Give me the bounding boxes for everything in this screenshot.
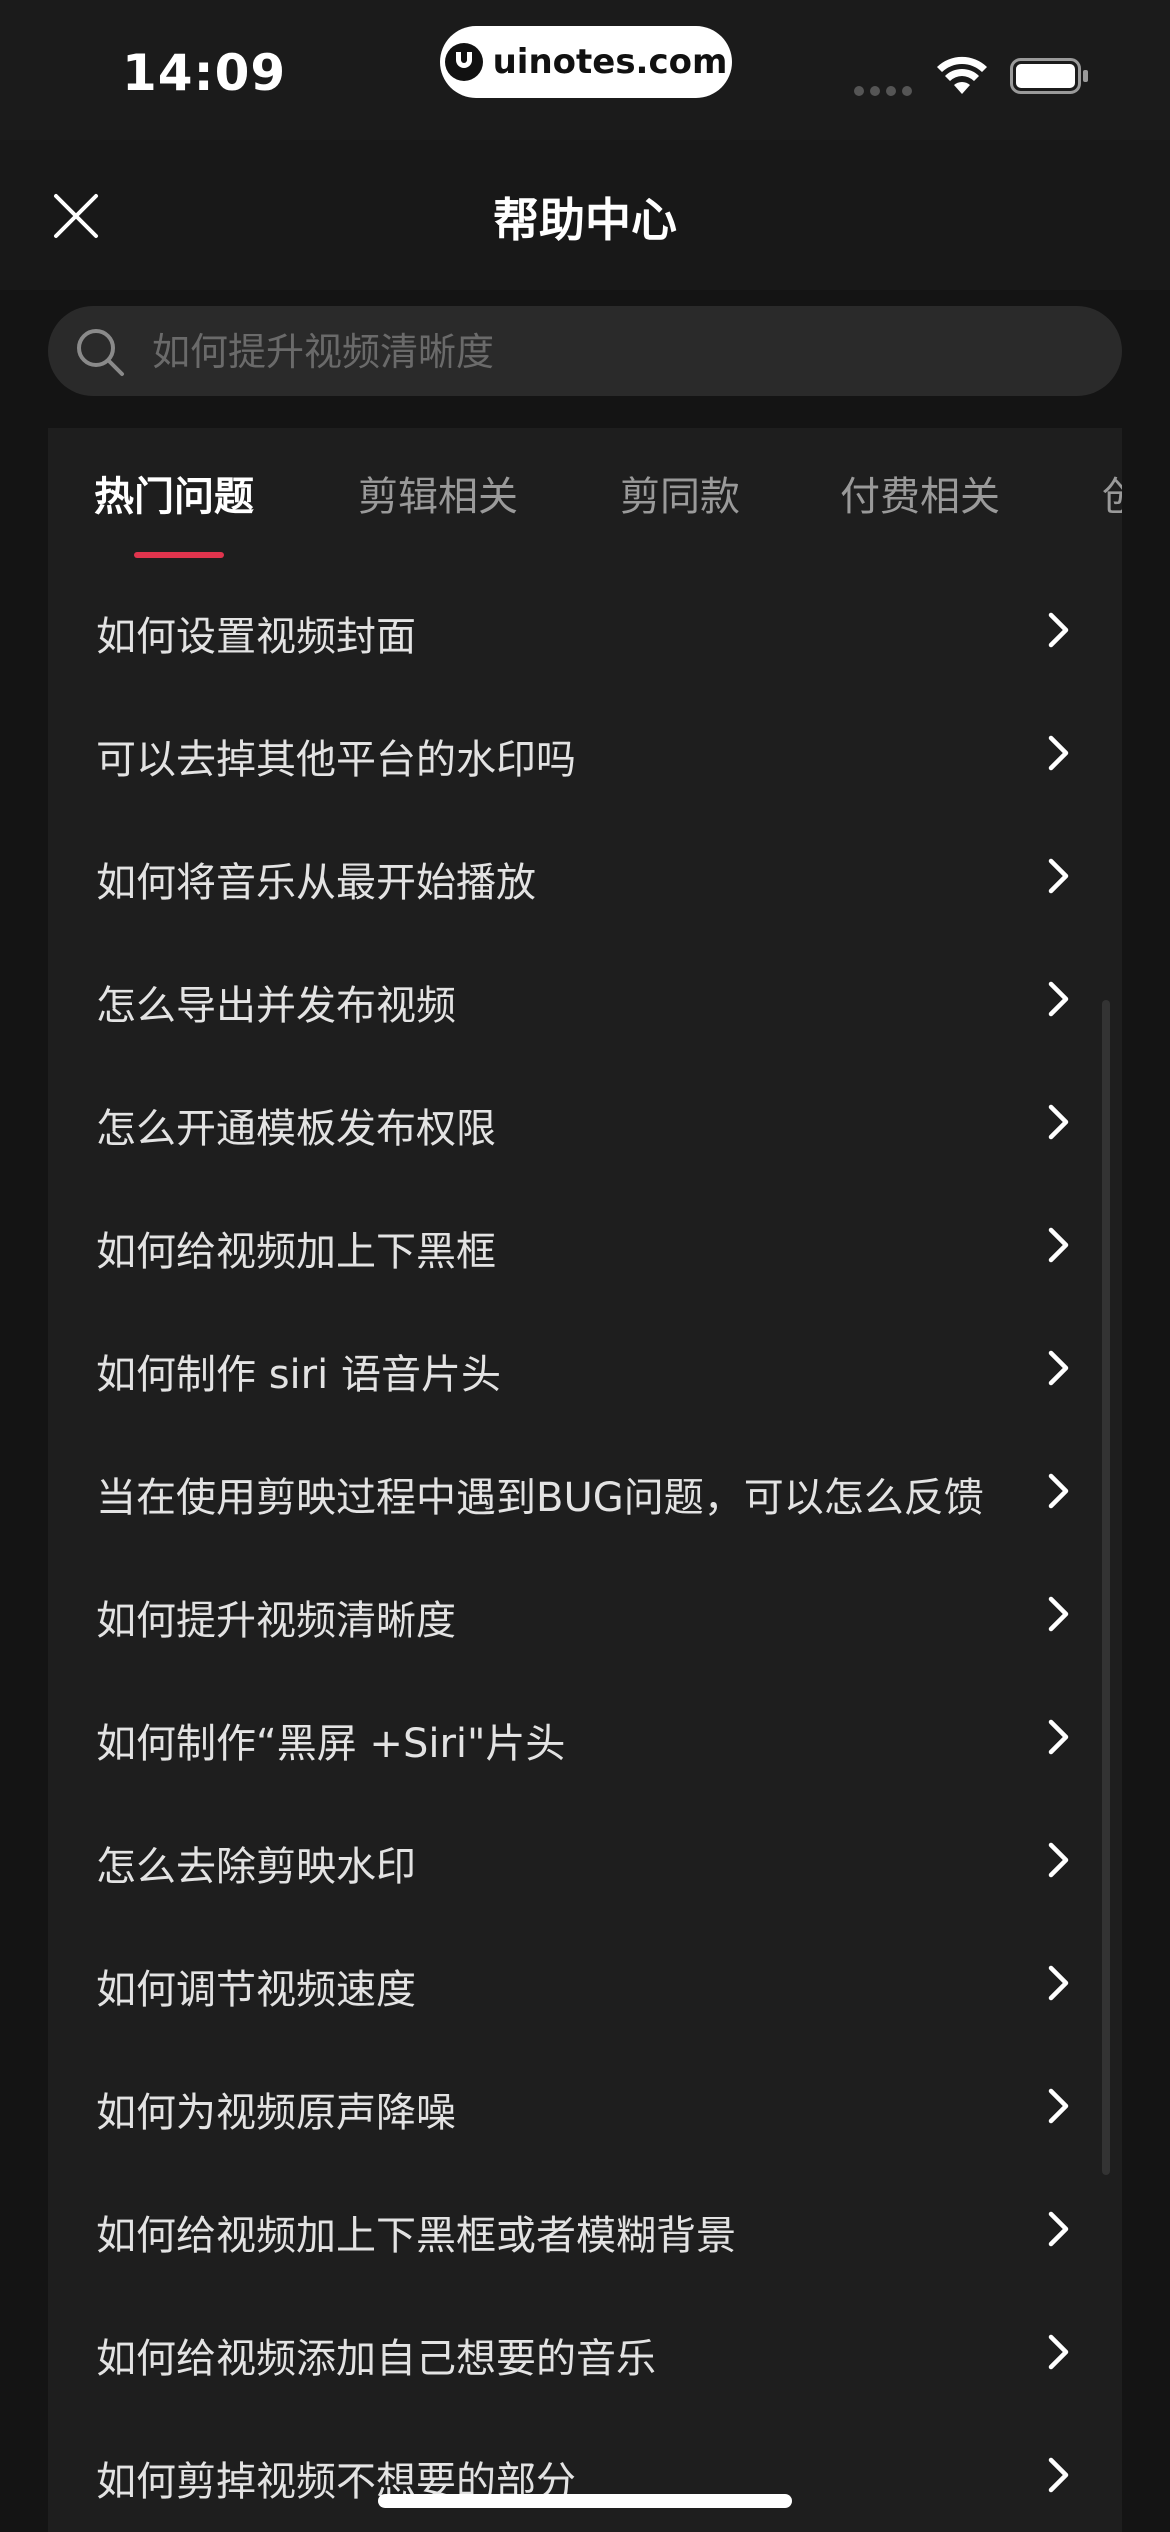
help-center-screen: 14:09 uinotes.com 帮助中心 如何提升视频清晰度 热门问题 剪辑… [0,0,1170,2532]
chevron-right-icon [1048,2334,1069,2370]
search-bar[interactable] [48,306,1122,398]
faq-item[interactable]: 怎么开通模板发布权限 [48,1062,1122,1185]
faq-item[interactable]: 如何给视频添加自己想要的音乐 [48,2292,1122,2415]
faq-item-text: 怎么开通模板发布权限 [96,1106,496,1152]
scrollbar[interactable] [1102,1000,1110,2175]
faq-item-text: 如何制作 siri 语音片头 [96,1352,501,1398]
search-input[interactable] [150,306,1094,398]
faq-item-text: 如何给视频添加自己想要的音乐 [96,2336,656,2382]
faq-item-text: 怎么去除剪映水印 [96,1844,416,1890]
chevron-right-icon [1048,981,1069,1017]
home-indicator[interactable] [378,2494,792,2508]
faq-item-text: 如何为视频原声降噪 [96,2090,456,2136]
faq-item-text: 如何提升视频清晰度 [96,1598,456,1644]
faq-item[interactable]: 如何设置视频封面 [48,570,1122,693]
faq-item-text: 如何给视频加上下黑框 [96,1229,496,1275]
faq-item-text: 如何将音乐从最开始播放 [96,860,536,906]
faq-item[interactable]: 当在使用剪映过程中遇到BUG问题，可以怎么反馈 [48,1431,1122,1554]
faq-item[interactable]: 如何调节视频速度 [48,1923,1122,2046]
battery-icon [1010,58,1088,94]
chevron-right-icon [1048,2457,1069,2493]
chevron-right-icon [1048,1227,1069,1263]
active-tab-indicator [134,552,224,558]
faq-item-text: 如何调节视频速度 [96,1967,416,2013]
cellular-signal-icon [854,86,912,96]
tab-creator[interactable]: 创 [1102,464,1122,522]
faq-item-text: 如何给视频加上下黑框或者模糊背景 [96,2213,736,2259]
faq-item[interactable]: 怎么导出并发布视频 [48,939,1122,1062]
chevron-right-icon [1048,2088,1069,2124]
faq-item[interactable]: 如何为视频原声降噪 [48,2046,1122,2169]
tab-editing[interactable]: 剪辑相关 [358,464,518,522]
chevron-right-icon [1048,1965,1069,2001]
faq-item[interactable]: 可以去掉其他平台的水印吗 [48,693,1122,816]
tab-same-template[interactable]: 剪同款 [620,464,740,522]
faq-item[interactable]: 如何制作“黑屏 +Siri"片头 [48,1677,1122,1800]
watermark-text: uinotes.com [492,42,728,82]
faq-item[interactable]: 如何剪掉视频不想要的部分 [48,2415,1122,2532]
wifi-icon [937,56,987,94]
faq-item-text: 当在使用剪映过程中遇到BUG问题，可以怎么反馈 [96,1475,984,1521]
faq-item[interactable]: 如何提升视频清晰度 [48,1554,1122,1677]
page-title: 帮助中心 [493,193,677,247]
chevron-right-icon [1048,858,1069,894]
faq-list: 如何设置视频封面 可以去掉其他平台的水印吗 如何将音乐从最开始播放 怎么导出并发… [48,570,1122,2532]
faq-item-text: 如何设置视频封面 [96,614,416,660]
faq-item[interactable]: 如何给视频加上下黑框或者模糊背景 [48,2169,1122,2292]
chevron-right-icon [1048,1719,1069,1755]
watermark-badge: uinotes.com [440,26,732,98]
status-time: 14:09 [122,44,287,102]
watermark-logo-icon [444,43,483,81]
chevron-right-icon [1048,612,1069,648]
faq-item[interactable]: 如何给视频加上下黑框 [48,1185,1122,1308]
faq-item[interactable]: 如何将音乐从最开始播放 [48,816,1122,939]
search-icon [77,329,124,376]
chevron-right-icon [1048,1104,1069,1140]
faq-panel: 热门问题 剪辑相关 剪同款 付费相关 创 如何设置视频封面 可以去掉其他平台的水… [48,428,1122,2532]
status-bar: 14:09 uinotes.com [0,0,1170,140]
category-tabs: 热门问题 剪辑相关 剪同款 付费相关 创 [48,428,1122,568]
faq-item-text: 如何制作“黑屏 +Siri"片头 [96,1721,566,1767]
faq-item-text: 可以去掉其他平台的水印吗 [96,737,576,783]
chevron-right-icon [1048,1350,1069,1386]
chevron-right-icon [1048,735,1069,771]
chevron-right-icon [1048,1473,1069,1509]
chevron-right-icon [1048,2211,1069,2247]
tab-hot-questions[interactable]: 热门问题 [94,464,254,522]
faq-item[interactable]: 如何制作 siri 语音片头 [48,1308,1122,1431]
chevron-right-icon [1048,1596,1069,1632]
chevron-right-icon [1048,1842,1069,1878]
tab-payment[interactable]: 付费相关 [840,464,1000,522]
faq-item[interactable]: 怎么去除剪映水印 [48,1800,1122,1923]
faq-item-text: 怎么导出并发布视频 [96,983,456,1029]
